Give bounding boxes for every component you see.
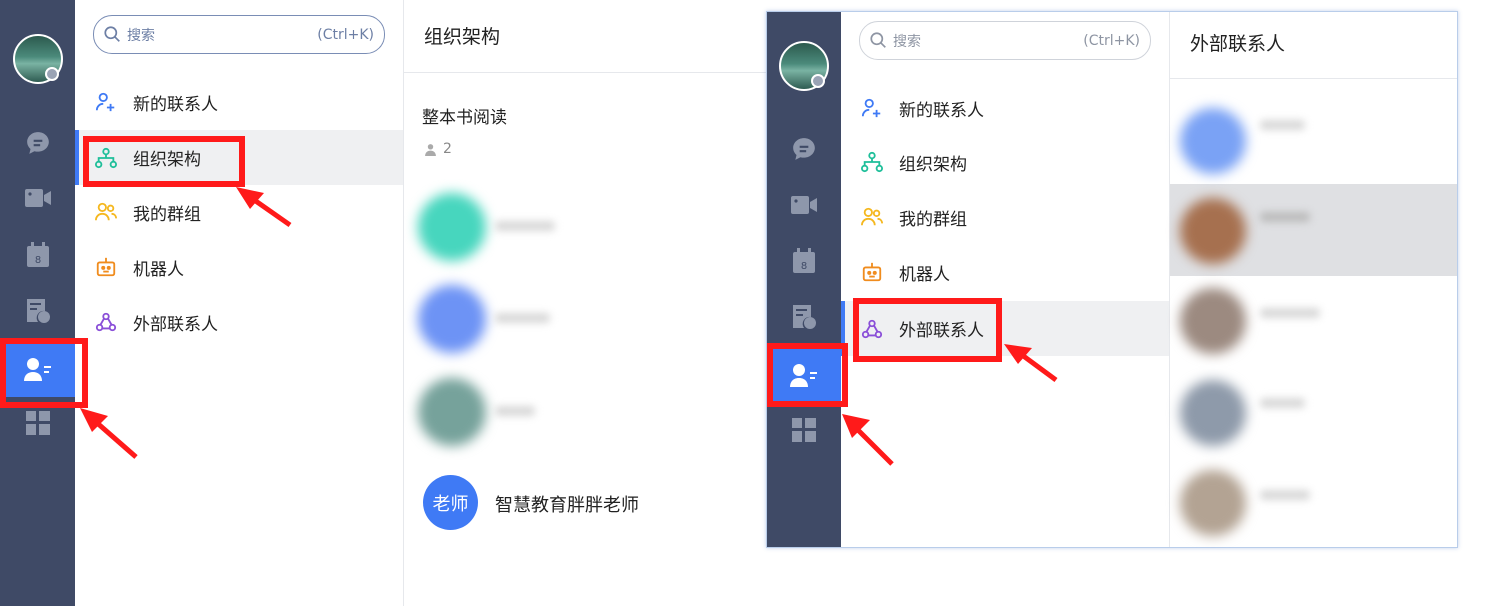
svg-text:8: 8 [34,255,40,266]
search-placeholder: 搜索 [127,27,155,44]
calendar-icon[interactable]: 8 [767,243,841,279]
left-sidebar-rail: 8 [0,0,75,606]
nav-item-robot[interactable]: 机器人 [75,243,403,291]
org-name[interactable]: 整本书阅读 [422,103,507,128]
selected-indicator [75,130,79,185]
docs-icon[interactable] [0,293,75,329]
status-badge-icon [811,74,825,88]
nav-label: 新的联系人 [899,100,984,121]
contact-avatar[interactable]: 老师 [423,475,478,530]
search-icon [104,26,120,42]
external-contacts-icon [95,312,117,332]
blurred-avatar[interactable] [1180,198,1246,264]
header-divider [404,72,804,73]
search-input[interactable]: 搜索 (Ctrl+K) [859,21,1151,60]
blurred-name [1260,308,1320,318]
highlight-box-org [83,136,245,187]
blurred-name [495,221,555,231]
search-input[interactable]: 搜索 (Ctrl+K) [93,15,385,54]
nav-label: 机器人 [899,264,950,285]
blurred-avatar[interactable] [418,378,486,446]
blurred-avatar[interactable] [418,193,486,261]
blurred-name [1260,398,1305,408]
status-badge-icon [45,67,59,81]
highlight-box-contacts [0,338,88,408]
nav-item-robot[interactable]: 机器人 [841,248,1169,296]
chat-icon[interactable] [0,125,75,161]
docs-icon[interactable] [767,299,841,335]
blurred-avatar[interactable] [1180,470,1246,536]
chat-icon[interactable] [767,131,841,167]
column-divider [1169,12,1170,547]
member-count: 2 [424,141,452,157]
arrow-icon [236,187,292,228]
blurred-avatar[interactable] [1180,380,1246,446]
group-icon [861,207,883,226]
nav-label: 外部联系人 [133,314,218,335]
svg-text:8: 8 [801,261,807,272]
search-placeholder: 搜索 [893,33,921,50]
page-title: 组织架构 [424,26,501,48]
nav-item-external-contacts[interactable]: 外部联系人 [75,298,403,346]
video-icon[interactable] [0,180,75,216]
robot-icon [862,262,882,282]
nav-label: 我的群组 [133,204,201,225]
arrow-icon [1004,344,1058,383]
highlight-box-contacts-right [767,343,848,407]
blurred-name [1260,212,1310,222]
blurred-name [495,406,535,416]
blurred-name [1260,120,1305,130]
blurred-name [495,313,550,323]
video-icon[interactable] [767,187,841,223]
header-divider [1170,78,1457,79]
nav-label: 组织架构 [899,154,967,175]
right-sidebar-rail: 8 [767,12,841,547]
nav-item-new-contacts[interactable]: 新的联系人 [75,78,403,126]
add-user-icon [861,98,881,118]
search-shortcut-hint: (Ctrl+K) [1083,32,1140,49]
nav-item-new-contacts[interactable]: 新的联系人 [841,84,1169,132]
panel-title: 外部联系人 [1190,33,1286,55]
column-divider [403,0,404,606]
add-user-icon [95,92,115,112]
arrow-icon [842,414,894,466]
apps-icon[interactable] [767,412,841,448]
blurred-avatar[interactable] [1180,288,1246,354]
search-icon [870,32,886,48]
highlight-box-external [853,298,1002,362]
blurred-avatar[interactable] [418,285,486,353]
blurred-avatar[interactable] [1180,108,1246,174]
apps-icon[interactable] [0,405,75,441]
robot-icon [96,257,116,277]
group-icon [95,202,117,221]
nav-label: 新的联系人 [133,94,218,115]
person-icon [425,143,436,156]
calendar-icon[interactable]: 8 [0,237,75,273]
nav-label: 机器人 [133,259,184,280]
nav-item-my-groups[interactable]: 我的群组 [841,193,1169,241]
contact-name[interactable]: 智慧教育胖胖老师 [495,491,639,517]
nav-item-org-structure[interactable]: 组织架构 [841,138,1169,186]
blurred-name [1260,490,1310,500]
arrow-icon [80,408,138,459]
search-shortcut-hint: (Ctrl+K) [317,26,374,43]
org-chart-icon [861,151,883,173]
nav-label: 我的群组 [899,209,967,230]
